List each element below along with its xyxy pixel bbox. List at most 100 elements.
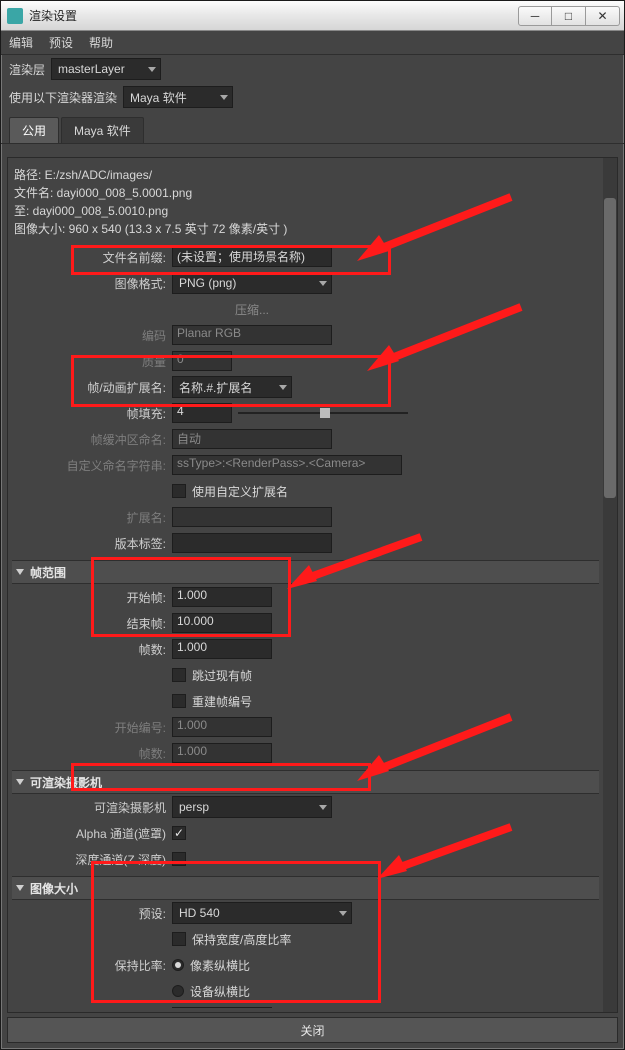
depth-checkbox[interactable]: [172, 852, 186, 866]
end-frame-input[interactable]: 10.000: [172, 613, 272, 633]
start-frame-input[interactable]: 1.000: [172, 587, 272, 607]
section-frame-range[interactable]: 帧范围: [12, 560, 599, 584]
menu-preset[interactable]: 预设: [49, 34, 73, 51]
section-frame-range-title: 帧范围: [30, 564, 66, 581]
row-buffer-name: 帧缓冲区命名: 自动: [12, 426, 599, 452]
close-dialog-button[interactable]: 关闭: [7, 1017, 618, 1043]
file-prefix-input[interactable]: (未设置；使用场景名称): [172, 247, 332, 267]
section-image-size[interactable]: 图像大小: [12, 876, 599, 900]
buffer-name-label: 帧缓冲区命名:: [12, 431, 172, 448]
compress-label[interactable]: 压缩...: [172, 301, 332, 318]
frame-pad-input[interactable]: 4: [172, 403, 232, 423]
custom-name-value: ssType>:<RenderPass>.<Camera>: [172, 455, 402, 475]
alpha-checkbox[interactable]: ✓: [172, 826, 186, 840]
keep-ratio-checkbox[interactable]: [172, 932, 186, 946]
width-input[interactable]: 960: [172, 1007, 272, 1008]
row-alpha: Alpha 通道(遮罩) ✓: [12, 820, 599, 846]
camera-value: persp: [179, 800, 209, 814]
version-input[interactable]: [172, 533, 332, 553]
row-keep-ratio: 保持宽度/高度比率: [12, 926, 599, 952]
menu-help[interactable]: 帮助: [89, 34, 113, 51]
app-icon: [7, 8, 23, 24]
close-button[interactable]: ✕: [586, 6, 620, 26]
device-ar-radio[interactable]: [172, 985, 184, 997]
content-inner: 路径: E:/zsh/ADC/images/ 文件名: dayi000_008_…: [12, 162, 599, 1008]
window-buttons: ─ □ ✕: [518, 6, 620, 26]
encoding-value: Planar RGB: [172, 325, 332, 345]
row-end-frame: 结束帧: 10.000: [12, 610, 599, 636]
image-format-dropdown[interactable]: PNG (png): [172, 272, 332, 294]
info-filename: 文件名: dayi000_008_5.0001.png: [14, 184, 597, 202]
row-renumber: 重建帧编号: [12, 688, 599, 714]
frame-ext-dropdown[interactable]: 名称.#.扩展名: [172, 376, 292, 398]
row-camera: 可渲染摄影机 persp: [12, 794, 599, 820]
render-using-dropdown[interactable]: Maya 软件: [123, 86, 233, 108]
encoding-label: 编码: [12, 327, 172, 344]
frame-ext-label: 帧/动画扩展名:: [12, 379, 172, 396]
menu-edit[interactable]: 编辑: [9, 34, 33, 51]
row-depth: 深度通道(Z 深度): [12, 846, 599, 872]
version-label: 版本标签:: [12, 535, 172, 552]
camera-dropdown[interactable]: persp: [172, 796, 332, 818]
custom-name-label: 自定义命名字符串:: [12, 457, 172, 474]
minimize-button[interactable]: ─: [518, 6, 552, 26]
keep-ratio-label: 保持宽度/高度比率: [192, 931, 291, 948]
buffer-name-value: 自动: [172, 429, 332, 449]
scrollbar-thumb[interactable]: [604, 198, 616, 498]
preset-value: HD 540: [179, 906, 220, 920]
pixel-ar-radio[interactable]: [172, 959, 184, 971]
menubar: 编辑 预设 帮助: [1, 31, 624, 55]
maximize-button[interactable]: □: [552, 6, 586, 26]
section-camera[interactable]: 可渲染摄影机: [12, 770, 599, 794]
renumber-checkbox[interactable]: [172, 694, 186, 708]
scrollbar[interactable]: [603, 158, 617, 1012]
preset-dropdown[interactable]: HD 540: [172, 902, 352, 924]
row-by-frame: 帧数: 1.000: [12, 636, 599, 662]
by-frame-input[interactable]: 1.000: [172, 639, 272, 659]
start-frame-label: 开始帧:: [12, 589, 172, 606]
row-image-format: 图像格式: PNG (png): [12, 270, 599, 296]
info-path: 路径: E:/zsh/ADC/images/: [14, 166, 597, 184]
row-file-prefix: 文件名前缀: (未设置；使用场景名称): [12, 244, 599, 270]
row-start-number: 开始编号: 1.000: [12, 714, 599, 740]
use-custom-ext-label: 使用自定义扩展名: [192, 483, 288, 500]
frame-pad-slider[interactable]: [238, 406, 408, 420]
alpha-label: Alpha 通道(遮罩): [12, 825, 172, 842]
content-area: 路径: E:/zsh/ADC/images/ 文件名: dayi000_008_…: [7, 157, 618, 1013]
frame-pad-label: 帧填充:: [12, 405, 172, 422]
depth-label: 深度通道(Z 深度): [12, 851, 172, 868]
image-format-label: 图像格式:: [12, 275, 172, 292]
row-pixel-ar: 保持比率: 像素纵横比: [12, 952, 599, 978]
by-frame2-label: 帧数:: [12, 745, 172, 762]
pixel-ar-label: 像素纵横比: [190, 957, 250, 974]
render-layer-label: 渲染层: [9, 61, 45, 78]
tab-common[interactable]: 公用: [9, 117, 59, 143]
row-frame-ext: 帧/动画扩展名: 名称.#.扩展名: [12, 374, 599, 400]
info-block: 路径: E:/zsh/ADC/images/ 文件名: dayi000_008_…: [12, 162, 599, 244]
titlebar: 渲染设置 ─ □ ✕: [1, 1, 624, 31]
row-width: 宽度: 960: [12, 1004, 599, 1008]
use-custom-ext-checkbox[interactable]: [172, 484, 186, 498]
device-ar-label: 设备纵横比: [190, 983, 250, 1000]
chevron-down-icon: [148, 67, 156, 72]
frame-ext-value: 名称.#.扩展名: [179, 379, 252, 396]
tab-renderer[interactable]: Maya 软件: [61, 117, 144, 143]
preset-label: 预设:: [12, 905, 172, 922]
row-device-ar: 设备纵横比: [12, 978, 599, 1004]
row-start-frame: 开始帧: 1.000: [12, 584, 599, 610]
by-frame2-value: 1.000: [172, 743, 272, 763]
skip-existing-checkbox[interactable]: [172, 668, 186, 682]
info-size: 图像大小: 960 x 540 (13.3 x 7.5 英寸 72 像素/英寸 …: [14, 220, 597, 238]
row-skip-existing: 跳过现有帧: [12, 662, 599, 688]
quality-value: 0: [172, 351, 232, 371]
row-encoding: 编码 Planar RGB: [12, 322, 599, 348]
camera-label: 可渲染摄影机: [12, 799, 172, 816]
image-format-value: PNG (png): [179, 276, 236, 290]
render-layer-dropdown[interactable]: masterLayer: [51, 58, 161, 80]
file-prefix-label: 文件名前缀:: [12, 249, 172, 266]
row-compress: 压缩...: [12, 296, 599, 322]
twisty-icon: [16, 569, 24, 575]
quality-label: 质量: [12, 353, 172, 370]
render-layer-value: masterLayer: [58, 62, 125, 76]
section-camera-title: 可渲染摄影机: [30, 774, 102, 791]
